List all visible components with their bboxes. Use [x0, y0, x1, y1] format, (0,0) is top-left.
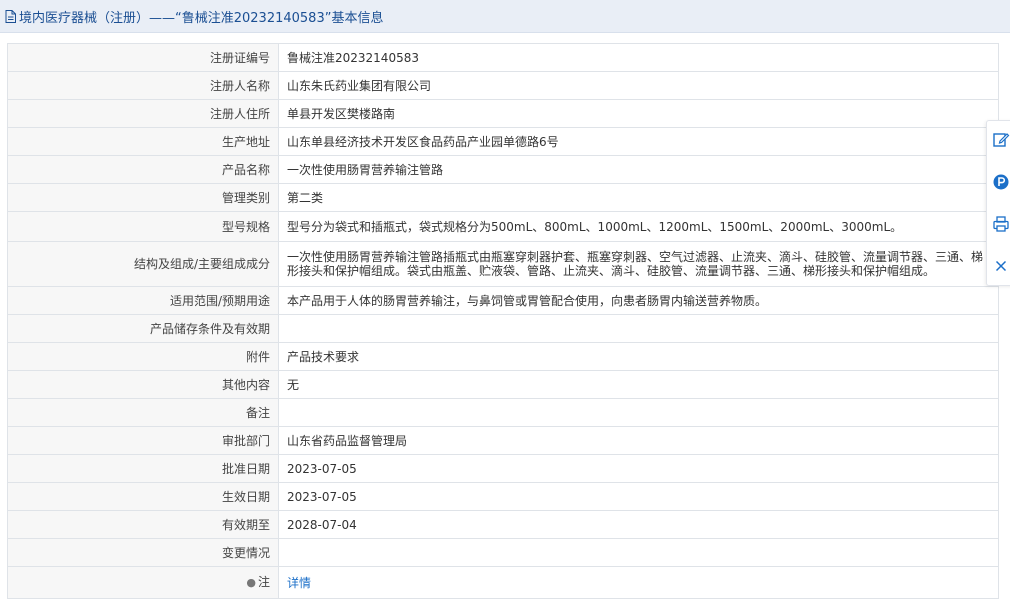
table-row: 管理类别 第二类: [7, 183, 999, 212]
info-table: 注册证编号 鲁械注准20232140583 注册人名称 山东朱氏药业集团有限公司…: [7, 43, 999, 599]
row-value: 单县开发区樊楼路南: [278, 99, 999, 128]
row-value: 山东单县经济技术开发区食品药品产业园单德路6号: [278, 127, 999, 156]
table-row: 生效日期 2023-07-05: [7, 482, 999, 511]
parking-icon[interactable]: [992, 173, 1010, 191]
row-value: 第二类: [278, 183, 999, 212]
row-value: [278, 398, 999, 427]
table-row: 型号规格 型号分为袋式和插瓶式，袋式规格分为500mL、800mL、1000mL…: [7, 211, 999, 242]
row-value: 2023-07-05: [278, 482, 999, 511]
table-row: 有效期至 2028-07-04: [7, 510, 999, 539]
print-icon[interactable]: [992, 215, 1010, 233]
side-toolbar: [986, 120, 1010, 286]
row-label: 附件: [7, 342, 279, 371]
row-value: 2028-07-04: [278, 510, 999, 539]
table-row: 附件 产品技术要求: [7, 342, 999, 371]
row-label: 注册人住所: [7, 99, 279, 128]
table-row: 其他内容 无: [7, 370, 999, 399]
row-value: 一次性使用肠胃营养输注管路: [278, 155, 999, 184]
row-value: 详情: [278, 566, 999, 599]
table-row: 审批部门 山东省药品监督管理局: [7, 426, 999, 455]
row-label: 有效期至: [7, 510, 279, 539]
row-label: 其他内容: [7, 370, 279, 399]
table-row: 产品储存条件及有效期: [7, 314, 999, 343]
row-value: 无: [278, 370, 999, 399]
table-row: 结构及组成/主要组成成分 一次性使用肠胃营养输注管路插瓶式由瓶塞穿刺器护套、瓶塞…: [7, 241, 999, 287]
table-row: 注册证编号 鲁械注准20232140583: [7, 43, 999, 72]
page-header: 境内医疗器械（注册）——“鲁械注准20232140583”基本信息: [0, 0, 1010, 33]
row-label: 结构及组成/主要组成成分: [7, 241, 279, 287]
row-value: [278, 538, 999, 567]
table-row: 变更情况: [7, 538, 999, 567]
table-row: ● 注 详情: [7, 566, 999, 599]
table-row: 备注: [7, 398, 999, 427]
row-label: 产品储存条件及有效期: [7, 314, 279, 343]
note-label: 注: [257, 575, 270, 589]
row-label: 注册证编号: [7, 43, 279, 72]
row-value: 本产品用于人体的肠胃营养输注，与鼻饲管或胃管配合使用，向患者肠胃内输送营养物质。: [278, 286, 999, 315]
row-label: 生产地址: [7, 127, 279, 156]
row-label: 审批部门: [7, 426, 279, 455]
row-label: 生效日期: [7, 482, 279, 511]
edit-icon[interactable]: [992, 131, 1010, 149]
table-row: 注册人住所 单县开发区樊楼路南: [7, 99, 999, 128]
row-label-note: ● 注: [7, 566, 279, 599]
details-link[interactable]: 详情: [287, 576, 311, 590]
row-label: 注册人名称: [7, 71, 279, 100]
row-label: 型号规格: [7, 211, 279, 242]
page-title: 境内医疗器械（注册）——“鲁械注准20232140583”基本信息: [19, 10, 384, 26]
row-value: [278, 314, 999, 343]
lightbulb-icon: ●: [246, 576, 256, 589]
row-label: 管理类别: [7, 183, 279, 212]
table-row: 注册人名称 山东朱氏药业集团有限公司: [7, 71, 999, 100]
row-label: 变更情况: [7, 538, 279, 567]
row-value: 2023-07-05: [278, 454, 999, 483]
close-icon[interactable]: [992, 257, 1010, 275]
row-value: 一次性使用肠胃营养输注管路插瓶式由瓶塞穿刺器护套、瓶塞穿刺器、空气过滤器、止流夹…: [278, 241, 999, 287]
row-value: 山东朱氏药业集团有限公司: [278, 71, 999, 100]
row-value: 型号分为袋式和插瓶式，袋式规格分为500mL、800mL、1000mL、1200…: [278, 211, 999, 242]
row-value: 山东省药品监督管理局: [278, 426, 999, 455]
document-icon: [5, 9, 16, 23]
row-value: 产品技术要求: [278, 342, 999, 371]
table-row: 批准日期 2023-07-05: [7, 454, 999, 483]
row-label: 产品名称: [7, 155, 279, 184]
row-value: 鲁械注准20232140583: [278, 43, 999, 72]
table-row: 适用范围/预期用途 本产品用于人体的肠胃营养输注，与鼻饲管或胃管配合使用，向患者…: [7, 286, 999, 315]
row-label: 备注: [7, 398, 279, 427]
row-label: 批准日期: [7, 454, 279, 483]
row-label: 适用范围/预期用途: [7, 286, 279, 315]
table-row: 生产地址 山东单县经济技术开发区食品药品产业园单德路6号: [7, 127, 999, 156]
table-row: 产品名称 一次性使用肠胃营养输注管路: [7, 155, 999, 184]
